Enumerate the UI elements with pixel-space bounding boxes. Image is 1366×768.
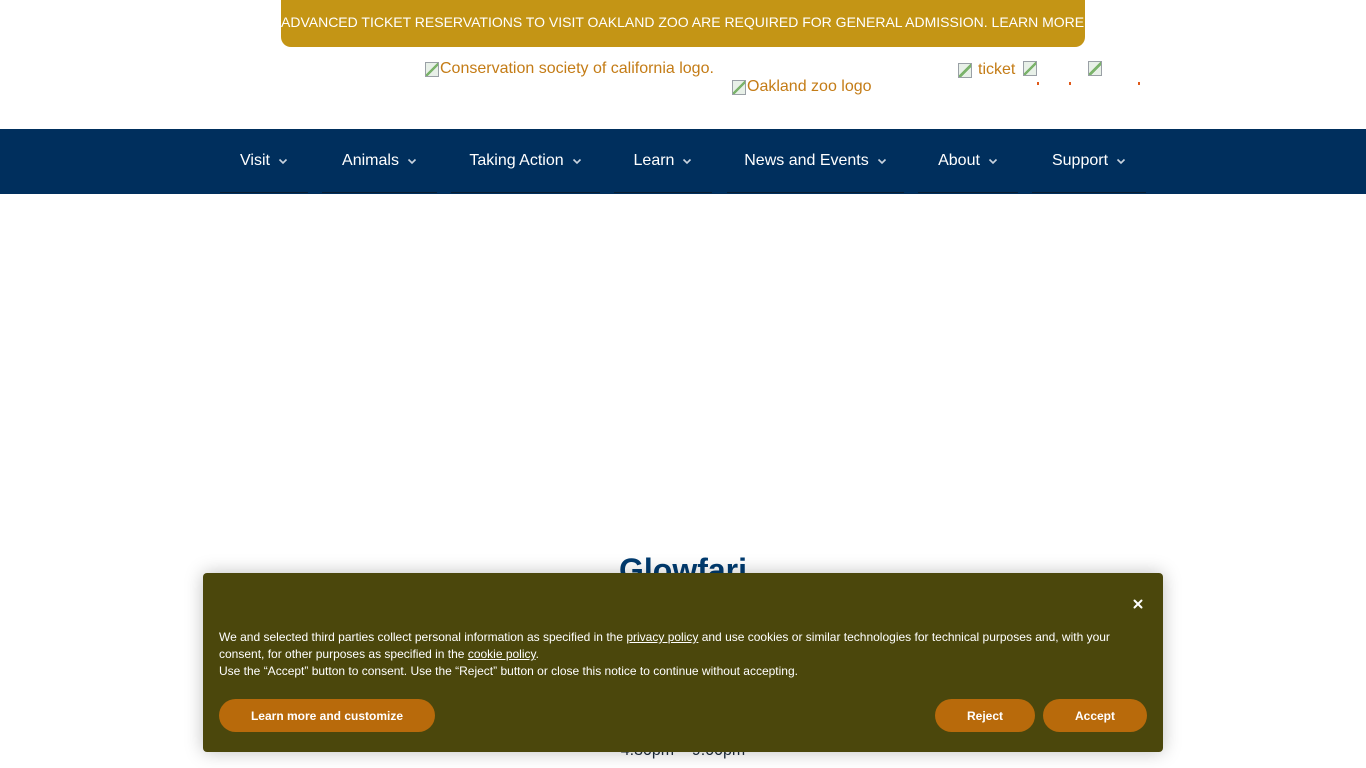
nav-item-label: Animals — [342, 151, 399, 169]
utility-link-2[interactable] — [1023, 61, 1071, 85]
main-navigation: Visit Animals Taking Action Learn News a… — [0, 129, 1366, 194]
chevron-down-icon — [683, 158, 692, 164]
nav-item-about[interactable]: About — [918, 129, 1018, 193]
chevron-down-icon — [407, 158, 417, 164]
chevron-down-icon — [877, 158, 886, 164]
ticket-alt: ticket — [978, 61, 1016, 78]
broken-image-icon — [1088, 61, 1102, 76]
nav-item-label: Learn — [633, 151, 675, 169]
cookie-instructions: Use the “Accept” button to consent. Use … — [219, 664, 798, 678]
cookie-consent-text: We and selected third parties collect pe… — [219, 629, 1139, 680]
cookie-consent-banner: We and selected third parties collect pe… — [203, 573, 1163, 752]
admission-banner[interactable]: ADVANCED TICKET RESERVATIONS TO VISIT OA… — [281, 0, 1104, 47]
ticket-link[interactable]: ticket — [958, 61, 1015, 79]
broken-image-icon — [1023, 61, 1037, 76]
nav-item-label: Visit — [240, 151, 270, 169]
nav-item-visit[interactable]: Visit — [220, 129, 308, 193]
nav-item-learn[interactable]: Learn — [614, 129, 712, 193]
chevron-down-icon — [572, 158, 581, 164]
learn-more-customize-button[interactable]: Learn more and customize — [219, 699, 435, 732]
nav-item-news-and-events[interactable]: News and Events — [727, 129, 904, 193]
conservation-society-logo[interactable]: Conservation society of california logo. — [425, 60, 714, 78]
nav-item-support[interactable]: Support — [1032, 129, 1146, 193]
privacy-policy-link[interactable]: privacy policy — [626, 630, 698, 644]
reject-button[interactable]: Reject — [935, 699, 1035, 732]
chevron-down-icon — [278, 158, 288, 164]
chevron-down-icon — [988, 158, 997, 164]
nav-item-label: Support — [1051, 151, 1109, 169]
nav-item-taking-action[interactable]: Taking Action — [451, 129, 600, 193]
broken-image-icon — [425, 61, 439, 77]
nav-item-label: About — [938, 151, 980, 169]
nav-item-label: News and Events — [744, 151, 869, 169]
close-icon[interactable] — [1131, 597, 1145, 611]
cookie-policy-link[interactable]: cookie policy — [468, 647, 536, 661]
cookie-text-part: We and selected third parties collect pe… — [219, 630, 627, 644]
accept-button[interactable]: Accept — [1043, 699, 1147, 732]
utility-link-3[interactable] — [1088, 61, 1140, 85]
nav-item-animals[interactable]: Animals — [322, 129, 437, 193]
ticket-icon — [958, 62, 972, 78]
chevron-down-icon — [1116, 158, 1126, 164]
cookie-text-part: . — [535, 647, 539, 661]
oakland-zoo-logo-alt: Oakland zoo logo — [747, 78, 872, 95]
conservation-society-logo-alt: Conservation society of california logo. — [440, 60, 714, 77]
nav-item-label: Taking Action — [469, 151, 564, 169]
broken-image-icon — [732, 79, 746, 95]
oakland-zoo-logo[interactable]: Oakland zoo logo — [732, 78, 872, 96]
